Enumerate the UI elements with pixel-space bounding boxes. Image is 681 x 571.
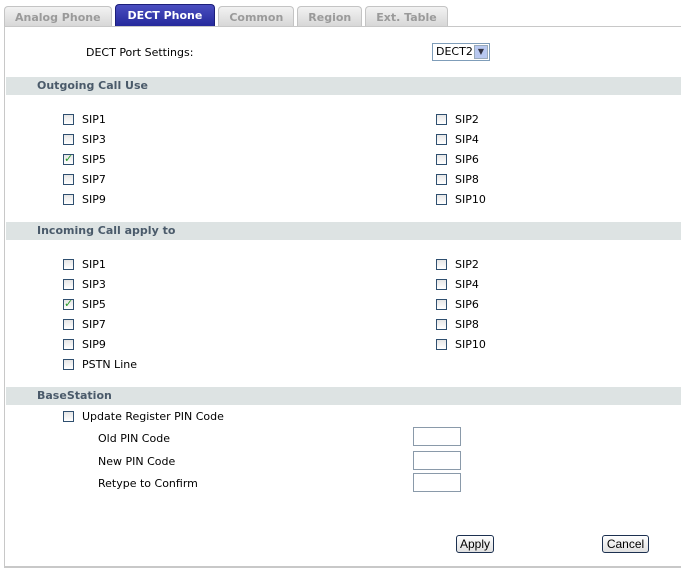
chevron-down-icon: ▼ [474, 45, 488, 59]
outgoing-label: SIP4 [455, 133, 479, 146]
incoming-checkbox-sip3[interactable] [63, 279, 74, 290]
incoming-label: SIP7 [82, 318, 106, 331]
incoming-checkbox-sip9[interactable] [63, 339, 74, 350]
outgoing-checkbox-sip3[interactable] [63, 134, 74, 145]
dect-port-select[interactable]: DECT2 ▼ [432, 43, 490, 61]
tab-dect-phone[interactable]: DECT Phone [114, 4, 216, 27]
outgoing-checkbox-sip10[interactable] [436, 194, 447, 205]
outgoing-label: SIP3 [82, 133, 106, 146]
update-pin-label: Update Register PIN Code [82, 410, 224, 423]
outgoing-label: SIP6 [455, 153, 479, 166]
tab-analog-phone[interactable]: Analog Phone [4, 6, 112, 27]
incoming-label: SIP2 [455, 258, 479, 271]
incoming-label: SIP3 [82, 278, 106, 291]
outgoing-checkbox-sip7[interactable] [63, 174, 74, 185]
outgoing-checkbox-sip1[interactable] [63, 114, 74, 125]
outgoing-checkbox-sip2[interactable] [436, 114, 447, 125]
outgoing-checkbox-sip4[interactable] [436, 134, 447, 145]
new-pin-input[interactable] [413, 451, 461, 470]
outgoing-checkbox-sip8[interactable] [436, 174, 447, 185]
incoming-label: SIP4 [455, 278, 479, 291]
basestation-section-header: BaseStation [6, 387, 681, 405]
incoming-checkbox-sip2[interactable] [436, 259, 447, 270]
dect-port-value: DECT2 [436, 45, 473, 58]
old-pin-label: Old PIN Code [98, 432, 170, 445]
incoming-section-header: Incoming Call apply to [6, 222, 681, 240]
outgoing-label: SIP5 [82, 153, 106, 166]
update-pin-checkbox[interactable] [63, 411, 74, 422]
incoming-checkbox-sip10[interactable] [436, 339, 447, 350]
incoming-checkbox-pstn-line[interactable] [63, 359, 74, 370]
outgoing-label: SIP1 [82, 113, 106, 126]
old-pin-input[interactable] [413, 427, 461, 446]
retype-pin-input[interactable] [413, 473, 461, 492]
cancel-button[interactable]: Cancel [602, 535, 649, 553]
outgoing-label: SIP10 [455, 193, 486, 206]
retype-pin-label: Retype to Confirm [98, 477, 198, 490]
tab-bar: Analog Phone DECT Phone Common Region Ext. T… [4, 4, 451, 27]
outgoing-label: SIP9 [82, 193, 106, 206]
outgoing-checkbox-sip6[interactable] [436, 154, 447, 165]
outgoing-label: SIP7 [82, 173, 106, 186]
outgoing-section-header: Outgoing Call Use [6, 77, 681, 95]
outgoing-checkbox-sip5[interactable] [63, 152, 74, 165]
incoming-label: SIP5 [82, 298, 106, 311]
incoming-label: SIP10 [455, 338, 486, 351]
incoming-checkbox-sip5[interactable] [63, 297, 74, 310]
outgoing-label: SIP2 [455, 113, 479, 126]
incoming-label: SIP9 [82, 338, 106, 351]
incoming-label: SIP1 [82, 258, 106, 271]
outgoing-checkbox-sip9[interactable] [63, 194, 74, 205]
tab-region[interactable]: Region [297, 6, 363, 27]
incoming-checkbox-sip8[interactable] [436, 319, 447, 330]
tab-ext-table[interactable]: Ext. Table [365, 6, 448, 27]
outgoing-label: SIP8 [455, 173, 479, 186]
dect-port-label: DECT Port Settings: [86, 46, 194, 59]
incoming-checkbox-sip4[interactable] [436, 279, 447, 290]
new-pin-label: New PIN Code [98, 455, 176, 468]
incoming-checkbox-sip6[interactable] [436, 299, 447, 310]
incoming-label: SIP6 [455, 298, 479, 311]
incoming-checkbox-sip1[interactable] [63, 259, 74, 270]
tab-common[interactable]: Common [218, 6, 295, 27]
incoming-checkbox-sip7[interactable] [63, 319, 74, 330]
apply-button[interactable]: Apply [456, 535, 494, 553]
incoming-label: PSTN Line [82, 358, 137, 371]
incoming-label: SIP8 [455, 318, 479, 331]
